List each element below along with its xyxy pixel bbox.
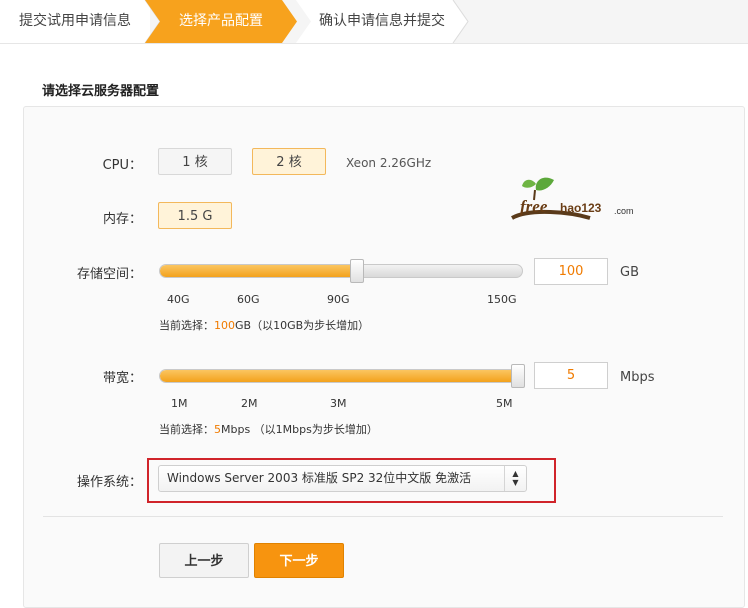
hint-prefix: 当前选择： [159, 319, 214, 332]
hint-prefix: 当前选择： [159, 423, 214, 436]
bandwidth-tick-1m: 1M [171, 397, 188, 410]
storage-label: 存储空间： [76, 267, 142, 282]
memory-option-1-5g[interactable]: 1.5 G [158, 202, 232, 229]
storage-current-hint: 当前选择：100GB（以10GB为步长增加） [159, 317, 369, 333]
cpu-option-1-core[interactable]: 1 核 [158, 148, 232, 175]
divider [43, 516, 723, 517]
cpu-option-2-core[interactable]: 2 核 [252, 148, 326, 175]
os-label: 操作系统： [76, 475, 142, 490]
cpu-label: CPU： [102, 158, 142, 173]
bandwidth-unit: Mbps [620, 370, 655, 385]
freehao123-logo: free hao123 .com [511, 177, 634, 220]
svg-text:hao123: hao123 [560, 201, 602, 215]
storage-unit: GB [620, 265, 639, 280]
hint-value: 5 [214, 423, 221, 436]
hint-value: 100 [214, 319, 235, 332]
section-title: 请选择云服务器配置 [42, 84, 160, 99]
storage-slider-handle[interactable] [350, 259, 364, 283]
hint-suffix: Mbps （以1Mbps为步长增加） [221, 423, 378, 436]
step-separator-icon [452, 0, 469, 43]
bandwidth-slider-fill [160, 370, 519, 382]
bandwidth-tick-5m: 5M [496, 397, 513, 410]
step-progress-bar: 提交试用申请信息 选择产品配置 确认申请信息并提交 [0, 0, 748, 44]
select-arrows-icon: ▲ ▼ [504, 466, 526, 491]
bandwidth-tick-3m: 3M [330, 397, 347, 410]
storage-tick-150g: 150G [487, 293, 517, 306]
bandwidth-current-hint: 当前选择：5Mbps （以1Mbps为步长增加） [159, 421, 378, 437]
bandwidth-tick-2m: 2M [241, 397, 258, 410]
bandwidth-slider-handle[interactable] [511, 364, 525, 388]
prev-step-button[interactable]: 上一步 [159, 543, 249, 578]
storage-tick-60g: 60G [237, 293, 260, 306]
bandwidth-label: 带宽： [102, 371, 142, 386]
step-2-active: 选择产品配置 [145, 0, 297, 43]
svg-text:free: free [520, 197, 548, 216]
storage-slider-fill [160, 265, 358, 277]
storage-input[interactable]: 100 [534, 258, 608, 285]
hint-suffix: GB（以10GB为步长增加） [235, 319, 370, 332]
bandwidth-slider-track[interactable] [159, 369, 523, 383]
cpu-model-info: Xeon 2.26GHz [346, 156, 432, 170]
memory-label: 内存： [102, 212, 142, 227]
next-step-button[interactable]: 下一步 [254, 543, 344, 578]
os-selected-value: Windows Server 2003 标准版 SP2 32位中文版 免激活 [167, 471, 472, 485]
bandwidth-input[interactable]: 5 [534, 362, 608, 389]
storage-tick-40g: 40G [167, 293, 190, 306]
os-select[interactable]: Windows Server 2003 标准版 SP2 32位中文版 免激活 ▲… [158, 465, 527, 492]
storage-slider-track[interactable] [159, 264, 523, 278]
step-1: 提交试用申请信息 [0, 0, 150, 43]
storage-tick-90g: 90G [327, 293, 350, 306]
svg-text:.com: .com [614, 206, 634, 216]
